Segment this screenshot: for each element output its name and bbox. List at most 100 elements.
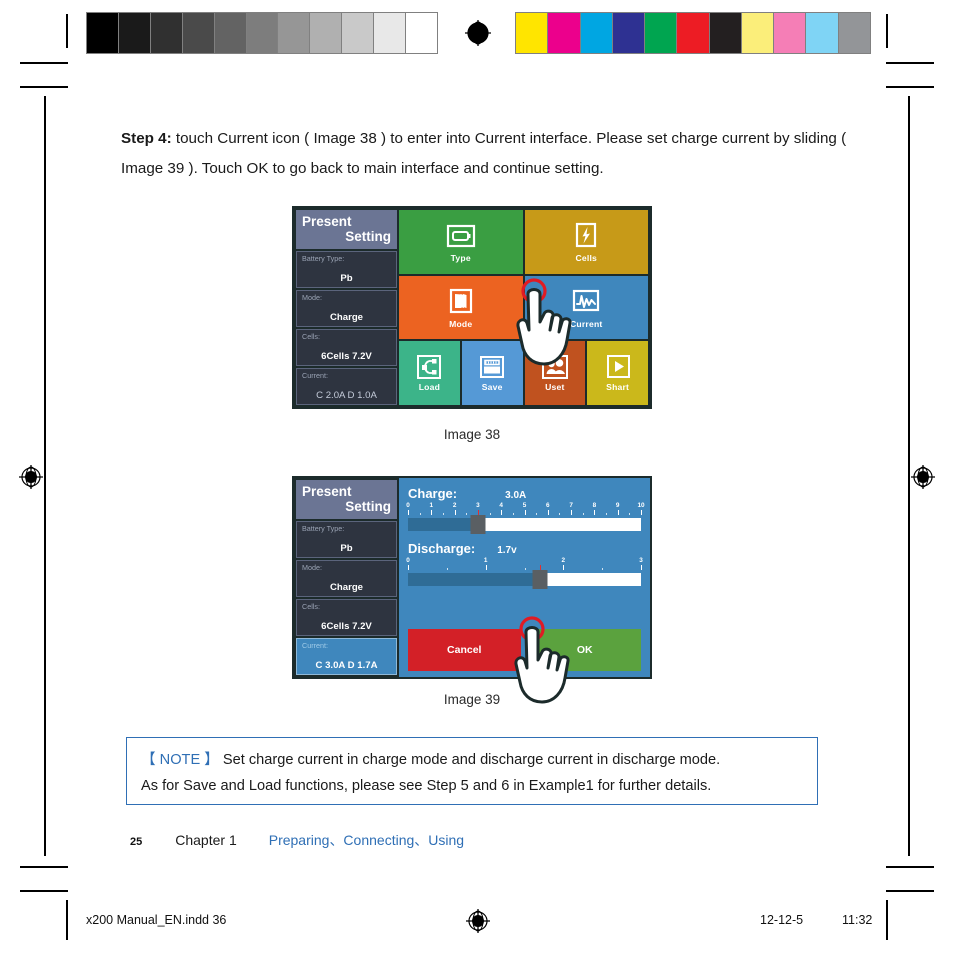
tile-current[interactable]: Current xyxy=(524,275,648,340)
scale-tick-label: 1 xyxy=(483,557,488,564)
sidebar-row-label: Cells: xyxy=(302,332,320,341)
calibration-swatch xyxy=(611,13,645,53)
page-footer: 25 Chapter 1 Preparing、Connecting、Using xyxy=(130,830,464,850)
calibration-swatch xyxy=(837,13,870,53)
sidebar-row-cells[interactable]: Cells: 6Cells 7.2V xyxy=(296,329,397,366)
charge-slider-knob[interactable] xyxy=(470,515,486,534)
stacked-cards-icon xyxy=(444,287,478,317)
charge-scale: 0 1 2 3 4 5 6 7 8 9 10 xyxy=(406,502,645,517)
tile-label: Uset xyxy=(545,382,565,393)
tile-label: Current xyxy=(570,318,603,329)
tile-load[interactable]: Load xyxy=(399,341,460,406)
calibration-swatch xyxy=(245,13,278,53)
sidebar-row-current[interactable]: Current: C 2.0A D 1.0A xyxy=(296,368,397,405)
calibration-swatch xyxy=(708,13,741,53)
scale-tick-label: 6 xyxy=(546,502,550,509)
sidebar-row-battery-type[interactable]: Battery Type: Pb xyxy=(296,251,397,288)
sidebar-title-39: Present Setting xyxy=(296,480,397,519)
calibration-swatch xyxy=(547,13,580,53)
crop-mark-bl-v xyxy=(66,900,68,940)
calibration-swatch xyxy=(405,13,437,53)
sidebar-row-label: Battery Type: xyxy=(302,524,345,533)
caption-image-39: Image 39 xyxy=(443,692,501,707)
sidebar-row-label: Battery Type: xyxy=(302,254,345,263)
scale-tick xyxy=(641,510,642,515)
scale-tick xyxy=(563,565,565,570)
tile-mode[interactable]: Mode xyxy=(399,275,523,340)
tile-label: Type xyxy=(450,252,471,263)
discharge-slider[interactable] xyxy=(408,570,641,589)
sidebar-row-value: C 3.0A D 1.7A xyxy=(315,660,378,671)
chapter-label: Chapter 1 xyxy=(175,832,237,848)
cancel-button[interactable]: Cancel xyxy=(408,629,521,671)
device-screenshot-image-39: Present Setting Battery Type: Pb Mode: C… xyxy=(292,476,652,704)
present-setting-sidebar-39: Present Setting Battery Type: Pb Mode: C… xyxy=(294,478,399,677)
scale-minor-tick xyxy=(629,513,631,515)
scale-minor-tick xyxy=(419,513,421,515)
discharge-slider-knob[interactable] xyxy=(532,570,548,589)
tile-grid-38: Type Cells Mode Current Load Save Uset S… xyxy=(399,208,650,407)
scale-tick-label: 2 xyxy=(452,502,457,509)
scale-tick xyxy=(617,510,619,515)
load-network-icon xyxy=(414,354,444,380)
registration-target-left xyxy=(16,462,46,492)
sidebar-row-label: Cells: xyxy=(302,602,320,611)
waveform-icon xyxy=(569,287,603,317)
sidebar-row-label: Mode: xyxy=(302,563,322,572)
scale-tick-label: 9 xyxy=(615,502,620,509)
scale-tick-label: 8 xyxy=(592,502,597,509)
print-footer-time: 11:32 xyxy=(842,913,873,927)
scale-minor-tick xyxy=(446,568,448,570)
battery-icon xyxy=(444,221,478,251)
tile-save[interactable]: Save xyxy=(461,341,523,406)
registration-target-bottom xyxy=(463,906,493,936)
scale-tick-label: 5 xyxy=(522,502,527,509)
sidebar-row-cells[interactable]: Cells: 6Cells 7.2V xyxy=(296,599,397,636)
crop-mark-br-h xyxy=(886,866,934,868)
calibration-swatch xyxy=(213,13,246,53)
scale-minor-tick xyxy=(524,568,526,570)
registration-target-right xyxy=(908,462,938,492)
scale-tick-label: 3 xyxy=(639,557,643,564)
current-settings-panel: Charge: 3.0A 0 1 2 3 4 5 6 7 8 9 10 Discharge: 1.7… xyxy=(399,478,650,677)
calibration-swatch xyxy=(309,13,342,53)
discharge-value: 1.7v xyxy=(497,545,517,556)
tile-type[interactable]: Type xyxy=(399,210,523,274)
scale-minor-tick xyxy=(489,513,491,515)
dialog-buttons: Cancel OK xyxy=(408,623,641,671)
scale-tick xyxy=(501,510,503,515)
caption-image-38: Image 38 xyxy=(443,427,501,442)
scale-tick-label: 0 xyxy=(406,557,410,564)
calibration-swatch xyxy=(373,13,406,53)
print-footer-file: x200 Manual_EN.indd 36 xyxy=(86,913,227,927)
discharge-slider-fill xyxy=(408,573,541,586)
scale-tick xyxy=(485,565,487,570)
sidebar-row-current[interactable]: Current: C 3.0A D 1.7A xyxy=(296,638,397,675)
tile-uset[interactable]: Uset xyxy=(524,341,586,406)
scale-minor-tick xyxy=(602,568,604,570)
note-line-1: 【 NOTE 】 Set charge current in charge mo… xyxy=(141,747,803,773)
tile-cells[interactable]: Cells xyxy=(524,210,648,274)
scale-tick xyxy=(408,565,409,570)
calibration-swatch xyxy=(277,13,310,53)
note-keyword: 【 NOTE 】 xyxy=(141,752,219,768)
print-footer-date: 12-12-5 xyxy=(760,913,804,927)
scale-tick-label: 7 xyxy=(569,502,573,509)
calibration-swatch xyxy=(579,13,612,53)
sidebar-row-value: Pb xyxy=(340,543,353,554)
charge-title: Charge: xyxy=(408,486,458,501)
sidebar-row-mode[interactable]: Mode: Charge xyxy=(296,290,397,327)
sidebar-row-label: Mode: xyxy=(302,293,322,302)
calibration-swatch xyxy=(644,13,677,53)
charge-slider[interactable] xyxy=(408,515,641,534)
note-box: 【 NOTE 】 Set charge current in charge mo… xyxy=(126,737,818,805)
device-screenshot-image-38: Present Setting Battery Type: Pb Mode: C… xyxy=(292,206,652,409)
ok-button[interactable]: OK xyxy=(528,629,641,671)
tile-shart[interactable]: Shart xyxy=(587,341,648,406)
sidebar-row-battery-type[interactable]: Battery Type: Pb xyxy=(296,521,397,558)
note-text-1: Set charge current in charge mode and di… xyxy=(218,752,721,768)
sidebar-row-mode[interactable]: Mode: Charge xyxy=(296,560,397,597)
scale-tick-label: 2 xyxy=(561,557,566,564)
scale-tick-label: 4 xyxy=(499,502,503,509)
scale-tick xyxy=(547,510,549,515)
